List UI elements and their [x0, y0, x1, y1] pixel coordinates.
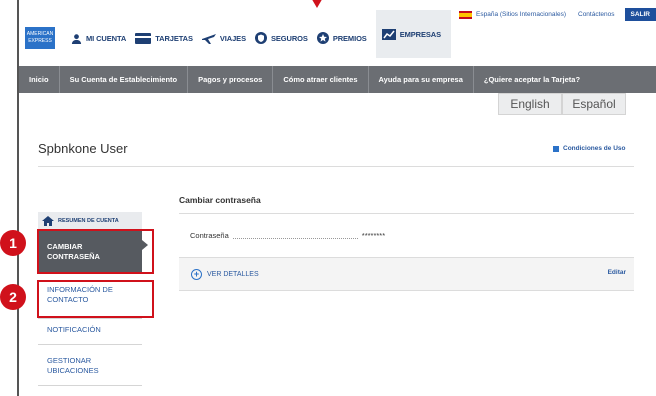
menu-aceptar-tarjeta[interactable]: ¿Quiere aceptar la Tarjeta? — [474, 66, 590, 93]
person-icon — [71, 33, 82, 44]
step-badge-1: 1 — [0, 230, 26, 256]
callout-arrow-icon — [310, 0, 324, 8]
nav-viajes[interactable]: VIAJES — [201, 32, 246, 44]
view-details-link[interactable]: + VER DETALLES — [191, 269, 259, 280]
details-bar: + VER DETALLES Editar — [179, 257, 634, 291]
view-details-label: VER DETALLES — [207, 271, 259, 278]
amex-logo[interactable]: AMERICAN EXPRESS — [25, 27, 55, 49]
nav-label: PREMIOS — [332, 33, 367, 43]
menu-cuenta-establecimiento[interactable]: Su Cuenta de Establecimiento — [60, 66, 189, 93]
edit-link[interactable]: Editar — [608, 269, 626, 276]
lang-espanol-button[interactable]: Español — [562, 93, 626, 115]
menu-inicio[interactable]: Inicio — [19, 66, 60, 93]
nav-label: VIAJES — [219, 33, 246, 43]
top-right-links: España (Sitios Internacionales) Contácte… — [459, 8, 656, 21]
dotted-leader — [232, 233, 358, 239]
nav-label: TARJETAS — [155, 33, 193, 43]
sidebar-item-label: GESTIONAR — [47, 356, 92, 365]
password-row: Contraseña ******** — [190, 231, 385, 240]
region-note[interactable]: (Sitios Internacionales) — [500, 11, 566, 18]
nav-empresas[interactable]: EMPRESAS — [375, 10, 451, 58]
highlight-box-2 — [37, 280, 154, 318]
sidebar-account-summary[interactable]: RESUMEN DE CUENTA — [38, 212, 142, 230]
sidebar-item-label: NOTIFICACIÓN — [47, 325, 101, 334]
menu-pagos[interactable]: Pagos y procesos — [188, 66, 274, 93]
lang-english-button[interactable]: English — [498, 93, 562, 115]
top-bar: AMERICAN EXPRESS MI CUENTA TARJETAS VIAJE… — [19, 0, 656, 66]
gift-icon — [316, 32, 329, 44]
sidebar-item-notificacion[interactable]: NOTIFICACIÓN — [38, 325, 142, 345]
spain-flag-icon — [459, 10, 473, 19]
nav-mi-cuenta[interactable]: MI CUENTA — [71, 33, 126, 44]
terms-link[interactable]: Condiciones de Uso — [553, 145, 625, 152]
document-icon — [553, 145, 559, 152]
divider — [179, 213, 634, 214]
password-label: Contraseña — [190, 231, 229, 240]
user-name: Spbnkone User — [38, 141, 128, 156]
home-icon — [42, 216, 54, 226]
plus-circle-icon: + — [191, 269, 202, 280]
shield-icon — [255, 32, 267, 44]
step-badge-2: 2 — [0, 284, 26, 310]
sidebar-item-gestionar-ubicaciones[interactable]: GESTIONAR UBICACIONES — [38, 356, 142, 386]
nav-premios[interactable]: PREMIOS — [316, 32, 367, 44]
section-title: Cambiar contraseña — [179, 195, 261, 205]
secondary-menu: Inicio Su Cuenta de Establecimiento Pago… — [19, 66, 656, 93]
language-switcher: English Español — [498, 93, 626, 115]
menu-atraer-clientes[interactable]: Cómo atraer clientes — [273, 66, 369, 93]
main-nav: MI CUENTA TARJETAS VIAJES SEGUROS PREMIO… — [71, 10, 451, 58]
password-value: ******** — [361, 231, 386, 240]
contact-link[interactable]: Contáctenos — [578, 11, 615, 18]
menu-ayuda[interactable]: Ayuda para su empresa — [369, 66, 474, 93]
chart-icon — [381, 28, 396, 40]
nav-seguros[interactable]: SEGUROS — [255, 32, 308, 44]
nav-label: SEGUROS — [271, 33, 308, 43]
nav-tarjetas[interactable]: TARJETAS — [135, 32, 193, 44]
nav-label: MI CUENTA — [86, 33, 127, 43]
logout-button[interactable]: SALIR — [624, 8, 656, 21]
plane-icon — [201, 34, 216, 44]
nav-label: EMPRESAS — [399, 29, 441, 39]
sidebar-summary-label: RESUMEN DE CUENTA — [58, 218, 119, 224]
region-label[interactable]: España — [476, 11, 498, 18]
highlight-box-1 — [37, 229, 154, 274]
divider — [38, 166, 634, 167]
card-icon — [135, 32, 152, 44]
sidebar-item-label: UBICACIONES — [47, 366, 99, 375]
terms-label: Condiciones de Uso — [563, 145, 626, 152]
